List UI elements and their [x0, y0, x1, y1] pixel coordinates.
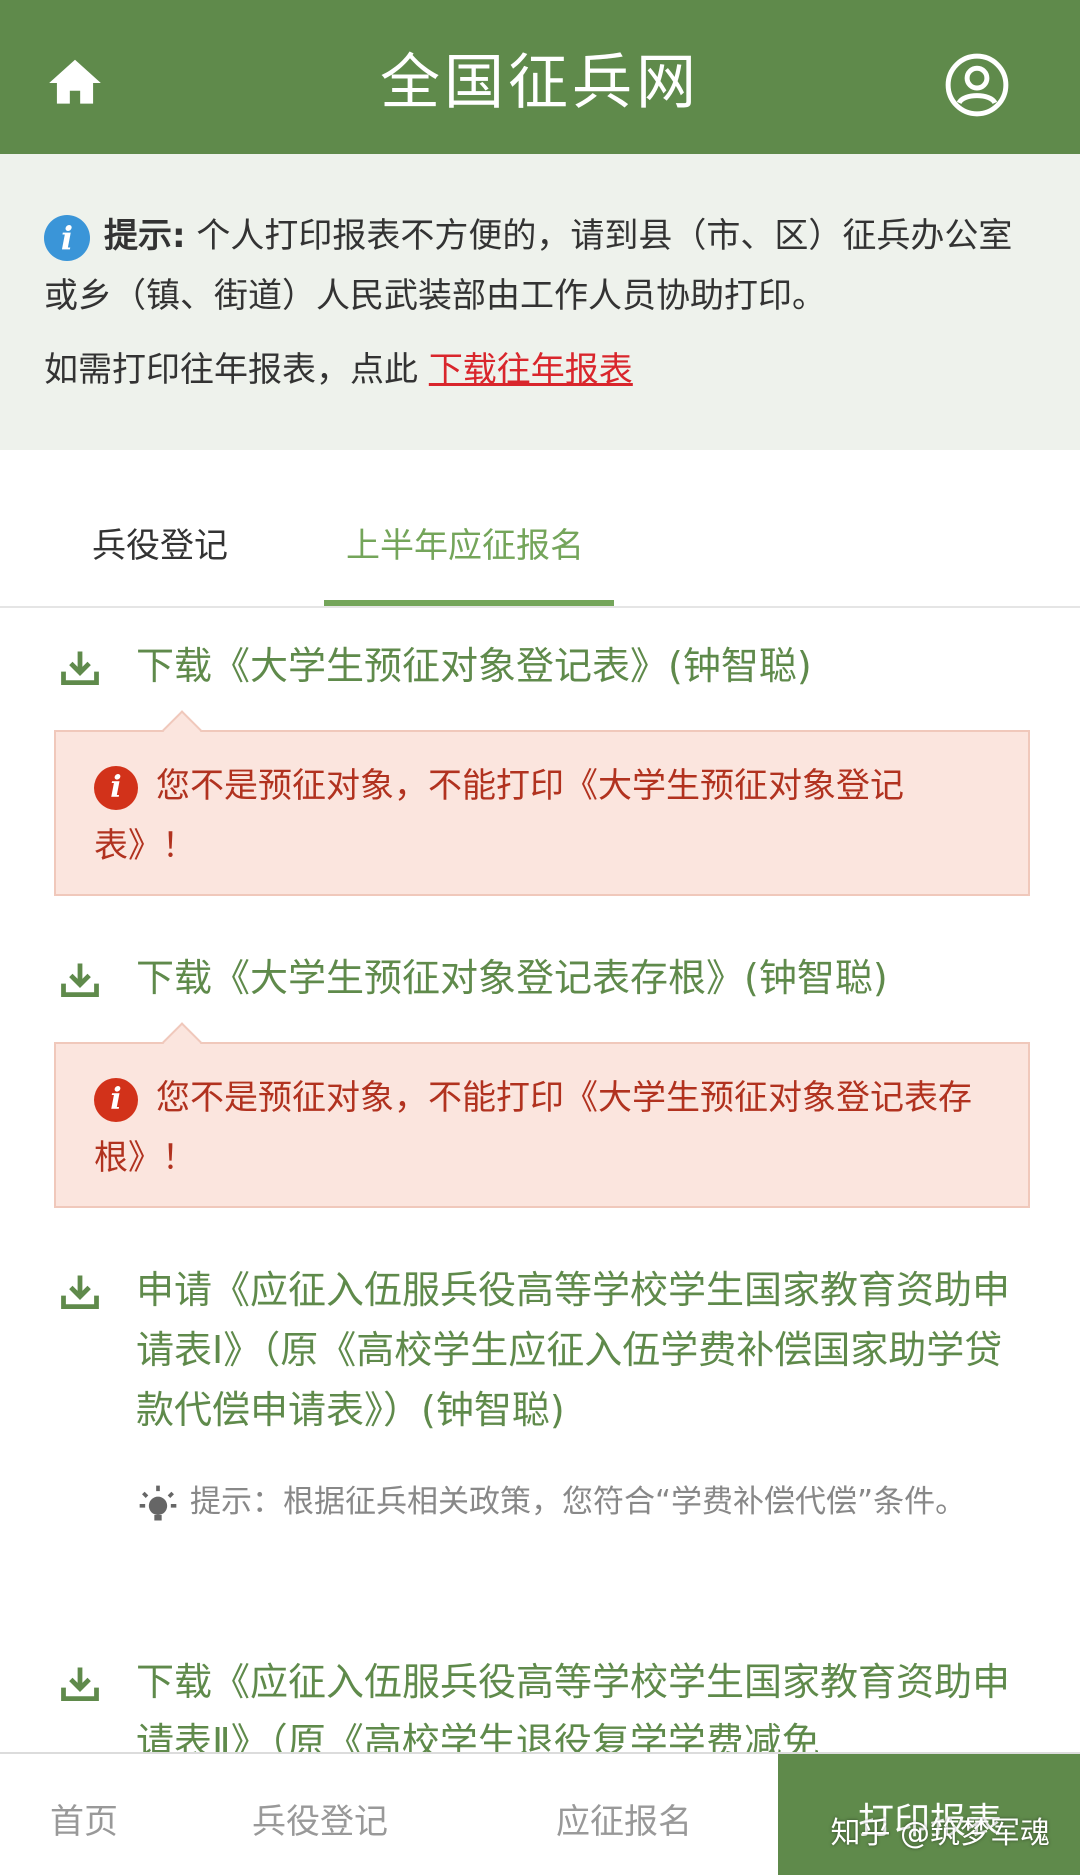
- notice-tip: i 提示: 个人打印报表不方便的，请到县（市、区）征兵办公室或乡（镇、街道）人民武…: [44, 206, 1036, 326]
- print-notice: i 提示: 个人打印报表不方便的，请到县（市、区）征兵办公室或乡（镇、街道）人民武…: [0, 154, 1080, 450]
- tab-military-registration[interactable]: 兵役登记: [92, 518, 228, 567]
- download-prefix: 如需打印往年报表，点此: [44, 350, 429, 390]
- download-registration-stub-link[interactable]: 下载《大学生预征对象登记表存根》(钟智聪): [136, 948, 1030, 1008]
- download-registration-form-link[interactable]: 下载《大学生预征对象登记表》(钟智聪): [136, 636, 1030, 696]
- lightbulb-icon: [139, 1485, 177, 1520]
- tip-text: 个人打印报表不方便的，请到县（市、区）征兵办公室或乡（镇、街道）人民武装部由工作…: [44, 216, 1013, 316]
- alert-text: 您不是预征对象，不能打印《大学生预征对象登记表》！: [94, 766, 904, 866]
- user-icon[interactable]: [944, 52, 1010, 118]
- download-past-reports-link[interactable]: 下载往年报表: [429, 350, 633, 390]
- nav-military-registration[interactable]: 兵役登记: [252, 1794, 388, 1843]
- notice-download-line: 如需打印往年报表，点此 下载往年报表: [44, 340, 1036, 400]
- download-icon[interactable]: [58, 1662, 102, 1706]
- home-icon[interactable]: [44, 52, 106, 114]
- tab-enlistment-application[interactable]: 上半年应征报名: [346, 518, 584, 567]
- info-icon: i: [44, 214, 90, 261]
- download-icon[interactable]: [58, 646, 102, 690]
- error-icon: i: [94, 1077, 138, 1122]
- eligibility-hint: 提示：根据征兵相关政策，您符合“学费补偿代偿”条件。: [136, 1470, 1020, 1534]
- site-title: 全国征兵网: [380, 47, 700, 118]
- tab-bar: 兵役登记 上半年应征报名: [0, 450, 1080, 608]
- error-alert: i 您不是预征对象，不能打印《大学生预征对象登记表存根》！: [54, 1042, 1030, 1208]
- hint-text: 提示：根据征兵相关政策，您符合“学费补偿代偿”条件。: [190, 1484, 967, 1520]
- download-icon[interactable]: [58, 1270, 102, 1314]
- tip-label: 提示:: [104, 216, 186, 256]
- watermark: 知乎 @筑梦军魂: [830, 1816, 1050, 1851]
- download-icon[interactable]: [58, 958, 102, 1002]
- active-tab-indicator: [324, 600, 614, 606]
- nav-home[interactable]: 首页: [50, 1794, 118, 1843]
- error-icon: i: [94, 765, 138, 810]
- apply-education-aid-form-link[interactable]: 申请《应征入伍服兵役高等学校学生国家教育资助申请表Ⅰ》（原《高校学生应征入伍学费…: [136, 1260, 1030, 1440]
- alert-text: 您不是预征对象，不能打印《大学生预征对象登记表存根》！: [94, 1078, 972, 1178]
- app-header: 全国征兵网: [0, 0, 1080, 154]
- error-alert: i 您不是预征对象，不能打印《大学生预征对象登记表》！: [54, 730, 1030, 896]
- nav-enlistment[interactable]: 应征报名: [556, 1794, 692, 1843]
